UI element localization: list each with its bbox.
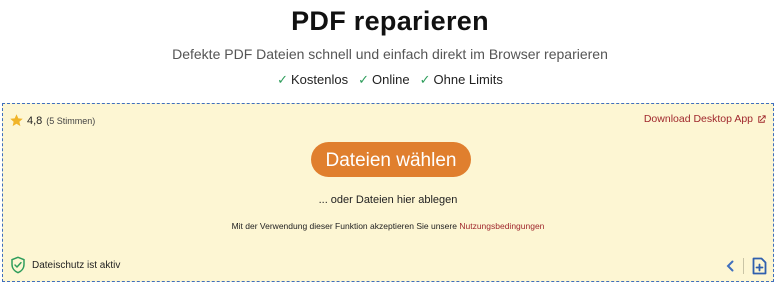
file-protection-label: Dateischutz ist aktiv: [32, 259, 121, 271]
feature-label: Kostenlos: [291, 72, 349, 87]
divider: [743, 258, 744, 274]
add-file-icon: [752, 257, 767, 275]
feature-item-no-limits: ✓ Ohne Limits: [420, 72, 503, 88]
feature-label: Online: [372, 72, 410, 87]
page-title: PDF reparieren: [291, 6, 489, 36]
star-icon: [10, 114, 23, 127]
choose-files-button[interactable]: Dateien wählen: [311, 142, 471, 177]
feature-list: ✓ Kostenlos ✓ Online ✓ Ohne Limits: [0, 72, 780, 88]
terms-text: Mit der Verwendung dieser Funktion akzep…: [231, 221, 457, 231]
dropzone-actions: [725, 257, 767, 275]
external-link-icon: [758, 114, 766, 123]
terms-link[interactable]: Nutzungsbedingungen: [459, 221, 544, 231]
download-desktop-app-link[interactable]: Download Desktop App: [644, 113, 767, 125]
page-subtitle: Defekte PDF Dateien schnell und einfach …: [172, 46, 608, 62]
check-icon: ✓: [358, 72, 370, 87]
check-icon: ✓: [419, 72, 431, 87]
drop-hint: ... oder Dateien hier ablegen: [318, 194, 458, 206]
collapse-button[interactable]: [725, 260, 735, 272]
rating-votes: (5 Stimmen): [46, 115, 96, 126]
rating-score: 4,8: [27, 114, 43, 127]
feature-item-online: ✓ Online: [358, 72, 409, 88]
add-file-button[interactable]: [752, 257, 767, 275]
feature-label: Ohne Limits: [433, 72, 503, 87]
download-desktop-app-label: Download Desktop App: [643, 113, 753, 125]
chevron-left-icon: [726, 260, 734, 272]
file-dropzone[interactable]: 4,8 (5 Stimmen) Download Desktop App Dat…: [2, 103, 774, 282]
terms-notice: Mit der Verwendung dieser Funktion akzep…: [3, 221, 773, 231]
feature-item-free: ✓ Kostenlos: [277, 72, 348, 88]
rating: 4,8 (5 Stimmen): [9, 113, 95, 128]
check-icon: ✓: [277, 72, 289, 87]
shield-check-icon: [11, 256, 25, 274]
file-protection-status: Dateischutz ist aktiv: [10, 256, 120, 274]
